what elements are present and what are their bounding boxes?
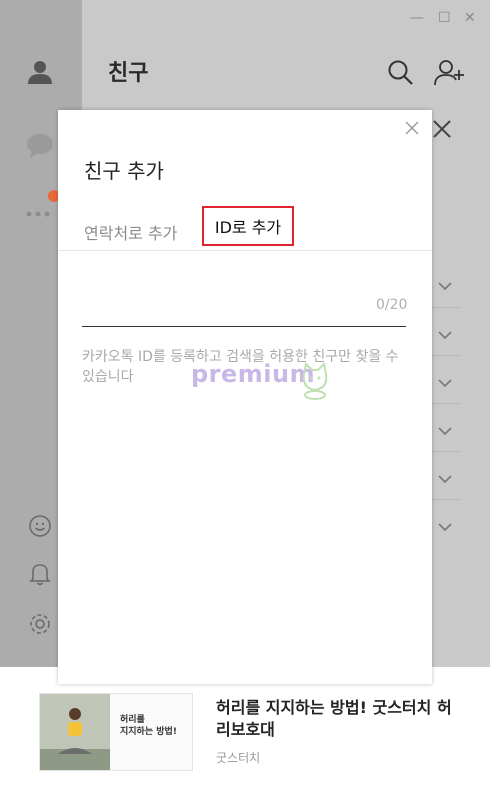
ad-brand: 굿스터치: [216, 751, 261, 765]
divider: [432, 403, 460, 404]
page-title: 친구: [108, 61, 149, 86]
window-close-button[interactable]: ✕: [464, 10, 476, 26]
cat-mascot-icon: [298, 360, 332, 400]
id-input[interactable]: [82, 290, 362, 320]
maximize-button[interactable]: ☐: [438, 10, 451, 26]
add-friend-icon[interactable]: [434, 58, 464, 88]
chevron-down-icon[interactable]: [437, 517, 455, 535]
watermark-text: premium: [191, 360, 316, 388]
tab-add-by-contacts[interactable]: 연락처로 추가: [84, 220, 177, 244]
divider: [432, 499, 460, 500]
divider: [432, 307, 460, 308]
ad-title[interactable]: 허리를 지지하는 방법! 굿스터치 허리보호대: [216, 697, 466, 741]
tab-add-by-id[interactable]: ID로 추가: [202, 206, 294, 246]
chevron-down-icon[interactable]: [437, 276, 455, 294]
gear-icon[interactable]: [22, 606, 58, 642]
close-icon[interactable]: [405, 120, 419, 135]
search-icon[interactable]: [386, 58, 416, 88]
emoji-icon[interactable]: [22, 508, 58, 544]
chat-icon[interactable]: [22, 128, 58, 164]
panel-close-icon[interactable]: [432, 119, 452, 139]
chevron-down-icon[interactable]: [437, 325, 455, 343]
bell-icon[interactable]: [22, 556, 58, 592]
chevron-down-icon[interactable]: [437, 469, 455, 487]
chevron-down-icon[interactable]: [437, 421, 455, 439]
chevron-down-icon[interactable]: [437, 373, 455, 391]
minimize-button[interactable]: —: [410, 10, 424, 26]
divider: [432, 451, 460, 452]
tab-divider: [58, 250, 432, 251]
char-counter: 0/20: [376, 297, 408, 313]
dialog-title: 친구 추가: [84, 159, 164, 183]
divider: [432, 355, 460, 356]
ad-banner[interactable]: 허리를 지지하는 방법! 허리를 지지하는 방법! 굿스터치 허리보호대 굿스터…: [0, 667, 490, 793]
ad-image-caption-2: 지지하는 방법!: [120, 727, 177, 737]
input-underline: [82, 326, 406, 327]
ad-image[interactable]: 허리를 지지하는 방법!: [39, 693, 193, 771]
add-friend-dialog: 친구 추가 연락처로 추가 ID로 추가 0/20 카카오톡 ID를 등록하고 …: [58, 110, 432, 684]
person-icon[interactable]: [22, 54, 58, 90]
